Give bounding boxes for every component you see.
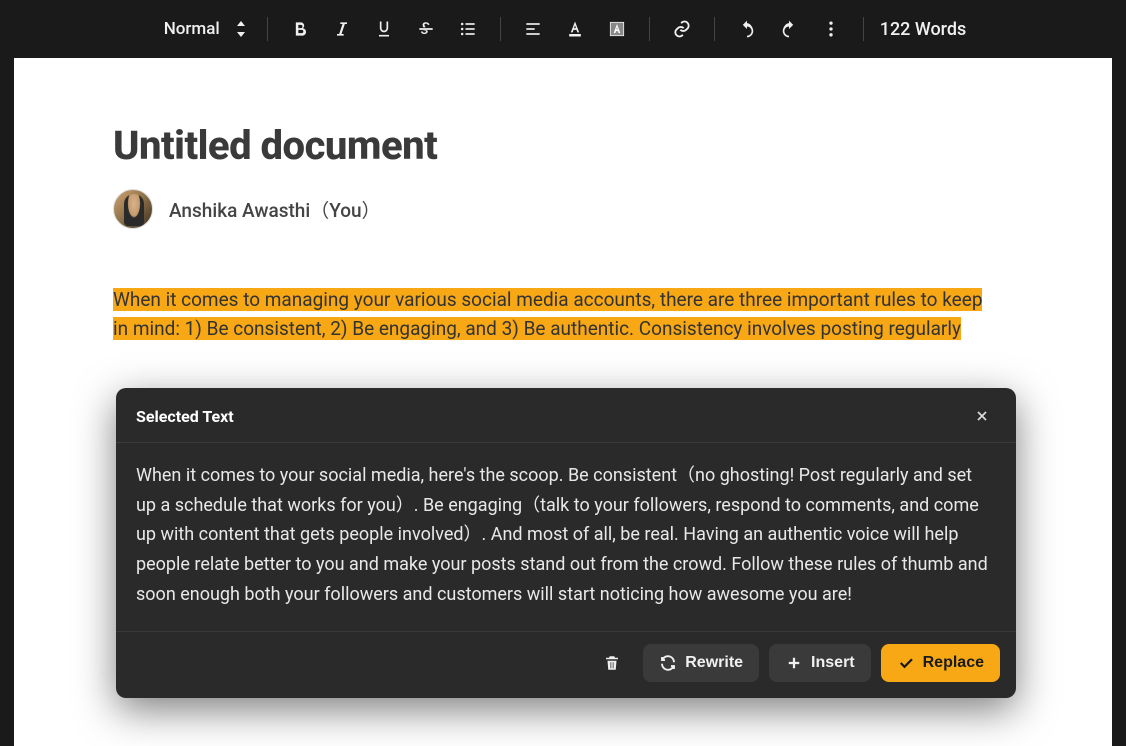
link-button[interactable] [664, 11, 700, 47]
divider [714, 17, 715, 41]
more-options-button[interactable] [813, 11, 849, 47]
trash-icon [603, 654, 621, 672]
replace-label: Replace [923, 654, 984, 672]
paragraph-style-select[interactable]: Normal [158, 13, 253, 45]
selected-text-highlight[interactable]: in mind: 1) Be consistent, 2) Be engagin… [113, 317, 961, 340]
rewrite-label: Rewrite [685, 654, 743, 672]
close-icon [974, 408, 990, 424]
style-select-group: Normal [148, 13, 263, 45]
text-color-button[interactable] [557, 11, 593, 47]
refresh-icon [659, 654, 677, 672]
plus-icon [785, 654, 803, 672]
word-count: 122 Words [868, 19, 979, 40]
divider [267, 17, 268, 41]
selected-text-highlight[interactable]: When it comes to managing your various s… [113, 288, 982, 311]
bold-button[interactable] [282, 11, 318, 47]
document-page: Untitled document Anshika Awasthi（You） W… [14, 58, 1112, 746]
divider [500, 17, 501, 41]
author-name: Anshika Awasthi（You） [169, 196, 381, 223]
selected-text-popup: Selected Text When it comes to your soci… [116, 388, 1016, 698]
editor-toolbar: Normal [0, 0, 1126, 58]
highlight-color-button[interactable] [599, 11, 635, 47]
document-title[interactable]: Untitled document [113, 122, 1013, 169]
author-avatar [113, 189, 153, 229]
rewrite-button[interactable]: Rewrite [643, 644, 759, 682]
underline-button[interactable] [366, 11, 402, 47]
insert-button[interactable]: Insert [769, 644, 871, 682]
align-button[interactable] [515, 11, 551, 47]
delete-button[interactable] [591, 644, 633, 682]
document-body[interactable]: When it comes to managing your various s… [113, 285, 1013, 344]
close-button[interactable] [968, 402, 996, 430]
check-icon [897, 654, 915, 672]
undo-button[interactable] [729, 11, 765, 47]
popup-title: Selected Text [136, 407, 234, 426]
insert-label: Insert [811, 654, 855, 672]
author-row: Anshika Awasthi（You） [113, 189, 1013, 229]
italic-button[interactable] [324, 11, 360, 47]
divider [649, 17, 650, 41]
bullet-list-button[interactable] [450, 11, 486, 47]
strikethrough-button[interactable] [408, 11, 444, 47]
divider [863, 17, 864, 41]
popup-suggestion-text: When it comes to your social media, here… [116, 443, 1016, 631]
popup-footer: Rewrite Insert Replace [116, 631, 1016, 698]
redo-button[interactable] [771, 11, 807, 47]
replace-button[interactable]: Replace [881, 644, 1000, 682]
